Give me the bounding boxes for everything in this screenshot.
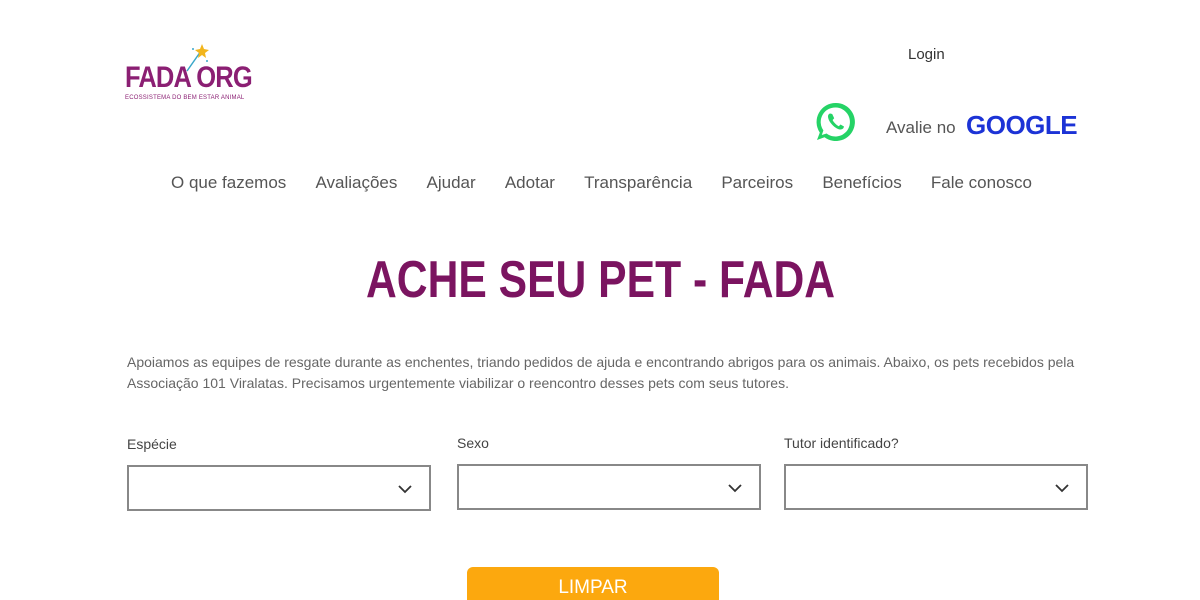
- avalie-label: Avalie no: [886, 118, 956, 137]
- whatsapp-icon[interactable]: [815, 101, 857, 143]
- sexo-label: Sexo: [457, 435, 489, 451]
- nav-item-beneficios[interactable]: Benefícios: [822, 173, 901, 193]
- chevron-down-icon: [1055, 484, 1069, 493]
- nav-item-parceiros[interactable]: Parceiros: [721, 173, 793, 193]
- nav-item-ajudar[interactable]: Ajudar: [427, 173, 476, 193]
- nav-item-o-que-fazemos[interactable]: O que fazemos: [171, 173, 286, 193]
- main-nav: O que fazemos Avaliações Ajudar Adotar T…: [155, 173, 1048, 193]
- chevron-down-icon: [398, 485, 412, 494]
- google-review-link[interactable]: GOOGLE: [966, 110, 1078, 141]
- logo-subtitle: ECOSSISTEMA DO BEM ESTAR ANIMAL: [125, 95, 245, 101]
- nav-item-adotar[interactable]: Adotar: [505, 173, 555, 193]
- tutor-label: Tutor identificado?: [784, 435, 899, 451]
- sexo-select[interactable]: [457, 464, 761, 510]
- page-description: Apoiamos as equipes de resgate durante a…: [127, 354, 1075, 391]
- especie-select[interactable]: [127, 465, 431, 511]
- nav-item-transparencia[interactable]: Transparência: [584, 173, 692, 193]
- nav-item-fale-conosco[interactable]: Fale conosco: [931, 173, 1032, 193]
- logo-text: FADA ORG: [125, 61, 253, 94]
- page-title: ACHE SEU PET - FADA: [365, 251, 836, 309]
- nav-item-avaliacoes[interactable]: Avaliações: [315, 173, 397, 193]
- especie-label: Espécie: [127, 436, 177, 452]
- tutor-select[interactable]: [784, 464, 1088, 510]
- clear-button[interactable]: LIMPAR: [467, 567, 719, 600]
- logo[interactable]: FADA ORG ECOSSISTEMA DO BEM ESTAR ANIMAL: [125, 43, 253, 105]
- login-link[interactable]: Login: [908, 46, 945, 63]
- chevron-down-icon: [728, 484, 742, 493]
